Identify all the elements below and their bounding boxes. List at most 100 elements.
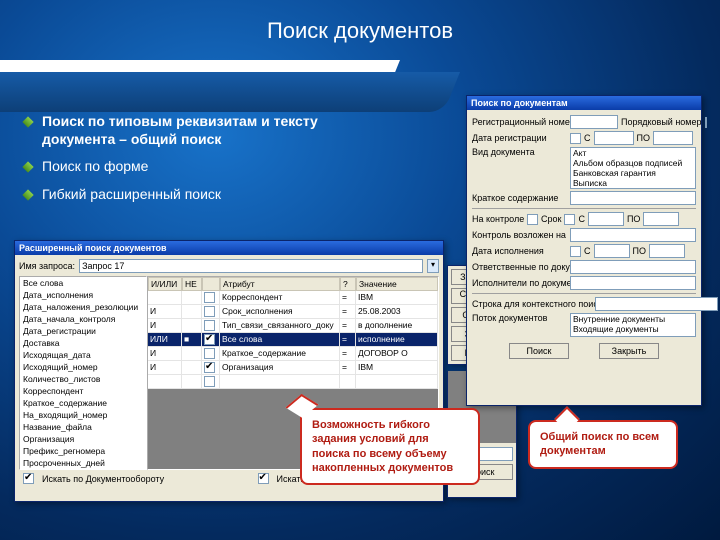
ordnum-label: Порядковый номер xyxy=(621,117,702,127)
doctype-option[interactable]: Акт xyxy=(571,148,695,158)
col-not[interactable]: НЕ xyxy=(182,277,202,291)
query-name-input[interactable] xyxy=(79,259,423,273)
ordnum-check[interactable] xyxy=(705,117,707,128)
row-check[interactable] xyxy=(204,334,215,345)
row-check[interactable] xyxy=(204,306,215,317)
term-check[interactable] xyxy=(564,214,575,225)
executors-input[interactable] xyxy=(570,276,696,290)
col-attr[interactable]: Атрибут xyxy=(220,277,340,291)
attribute-item[interactable]: Краткое_содержание xyxy=(20,397,146,409)
general-search-button[interactable]: Поиск xyxy=(509,343,569,359)
execdate-label: Дата исполнения xyxy=(472,246,567,256)
doctype-option[interactable]: Альбом образцов подписей xyxy=(571,158,695,168)
regdate-to-input[interactable] xyxy=(653,131,693,145)
attribute-item[interactable]: Корреспондент xyxy=(20,385,146,397)
query-name-label: Имя запроса: xyxy=(19,261,75,271)
search-archive-check[interactable] xyxy=(258,473,269,484)
responsible-label: Ответственные по документу xyxy=(472,262,567,272)
col-andor[interactable]: И/ИЛИ xyxy=(148,277,182,291)
summary-input[interactable] xyxy=(570,191,696,205)
execdate-to-input[interactable] xyxy=(649,244,685,258)
slide-title: Поиск документов xyxy=(0,0,720,44)
context-label: Строка для контекстного поиска xyxy=(472,299,592,309)
attribute-item[interactable]: Исходящий_номер xyxy=(20,361,146,373)
from-label-2: С xyxy=(578,214,585,224)
term-from-input[interactable] xyxy=(588,212,624,226)
term-label: Срок xyxy=(541,214,561,224)
attribute-item[interactable]: Дата_регистрации xyxy=(20,325,146,337)
doctype-option[interactable]: Выписка xyxy=(571,178,695,188)
query-dropdown-icon[interactable]: ▾ xyxy=(427,259,439,273)
search-docflow-label: Искать по Документообороту xyxy=(42,474,164,484)
col-q[interactable]: ? xyxy=(340,277,356,291)
to-label-3: ПО xyxy=(633,246,646,256)
execdate-from-input[interactable] xyxy=(594,244,630,258)
context-input[interactable] xyxy=(595,297,718,311)
summary-label: Краткое содержание xyxy=(472,193,567,203)
flow-label: Поток документов xyxy=(472,313,567,323)
search-docflow-check[interactable] xyxy=(23,473,34,484)
assigned-input[interactable] xyxy=(570,228,696,242)
row-check[interactable] xyxy=(204,320,215,331)
attribute-item[interactable]: Дата_исполнения xyxy=(20,289,146,301)
regnum-input[interactable] xyxy=(570,115,618,129)
to-label-1: ПО xyxy=(637,133,650,143)
attribute-item[interactable]: На_входящий_номер xyxy=(20,409,146,421)
term-to-input[interactable] xyxy=(643,212,679,226)
advanced-titlebar[interactable]: Расширенный поиск документов xyxy=(15,241,443,255)
criteria-row[interactable]: ИЛИ■Все слова=исполнение xyxy=(148,333,438,347)
flow-option[interactable]: Входящие документы xyxy=(571,324,695,334)
doctype-option[interactable]: Банковская гарантия xyxy=(571,168,695,178)
callout-general-search: Общий поиск по всем документам xyxy=(528,420,678,469)
flow-option[interactable]: Внутренние документы xyxy=(571,314,695,324)
general-search-window: Поиск по документам Регистрационный номе… xyxy=(466,95,702,406)
criteria-row[interactable]: ИСрок_исполнения=25.08.2003 xyxy=(148,305,438,319)
regdate-from-input[interactable] xyxy=(594,131,634,145)
regdate-label: Дата регистрации xyxy=(472,133,567,143)
regdate-check[interactable] xyxy=(570,133,581,144)
attribute-item[interactable]: Организация xyxy=(20,433,146,445)
criteria-row[interactable]: Корреспондент=IBM xyxy=(148,291,438,305)
attribute-item[interactable]: Все слова xyxy=(20,277,146,289)
attribute-item[interactable]: Доставка xyxy=(20,337,146,349)
doctype-label: Вид документа xyxy=(472,147,567,157)
bullet-1: Поиск по типовым реквизитам и тексту док… xyxy=(24,108,354,153)
oncontrol-label: На контроле xyxy=(472,214,524,224)
assigned-label: Контроль возложен на xyxy=(472,230,567,240)
flow-list[interactable]: Внутренние документыВходящие документы xyxy=(570,313,696,337)
criteria-row[interactable]: ИКраткое_содержание=ДОГОВОР О xyxy=(148,347,438,361)
executors-label: Исполнители по документу xyxy=(472,278,567,288)
row-check[interactable] xyxy=(204,348,215,359)
callout-flex-search: Возможность гибкого задания условий для … xyxy=(300,408,480,485)
general-titlebar[interactable]: Поиск по документам xyxy=(467,96,701,110)
from-label-3: С xyxy=(584,246,591,256)
criteria-row[interactable] xyxy=(148,375,438,389)
criteria-row[interactable]: ИОрганизация=IBM xyxy=(148,361,438,375)
row-check[interactable] xyxy=(204,362,215,373)
attribute-item[interactable]: Дата_начала_контроля xyxy=(20,313,146,325)
bullet-3: Гибкий расширенный поиск xyxy=(24,181,354,209)
attribute-item[interactable]: Исходящая_дата xyxy=(20,349,146,361)
doctype-list[interactable]: АктАльбом образцов подписейБанковская га… xyxy=(570,147,696,189)
attribute-item[interactable]: Рег_дата_связанного_докуме xyxy=(20,469,146,470)
col-check[interactable] xyxy=(202,277,220,291)
bullet-2: Поиск по форме xyxy=(24,153,354,181)
attribute-item[interactable]: Префикс_регномера xyxy=(20,445,146,457)
attribute-item[interactable]: Название_файла xyxy=(20,421,146,433)
general-close-button[interactable]: Закрыть xyxy=(599,343,659,359)
responsible-input[interactable] xyxy=(570,260,696,274)
row-check[interactable] xyxy=(204,292,215,303)
from-label: С xyxy=(584,133,591,143)
regnum-label: Регистрационный номер xyxy=(472,117,567,127)
execdate-check[interactable] xyxy=(570,246,581,257)
row-check[interactable] xyxy=(204,376,215,387)
oncontrol-check[interactable] xyxy=(527,214,538,225)
attribute-list[interactable]: Все словаДата_исполненияДата_наложения_р… xyxy=(19,276,147,470)
attribute-item[interactable]: Количество_листов xyxy=(20,373,146,385)
attribute-item[interactable]: Просроченных_дней xyxy=(20,457,146,469)
col-value[interactable]: Значение xyxy=(356,277,438,291)
attribute-item[interactable]: Дата_наложения_резолюции xyxy=(20,301,146,313)
criteria-row[interactable]: ИТип_связи_связанного_доку=в дополнение xyxy=(148,319,438,333)
bullet-list: Поиск по типовым реквизитам и тексту док… xyxy=(24,108,354,208)
to-label-2: ПО xyxy=(627,214,640,224)
